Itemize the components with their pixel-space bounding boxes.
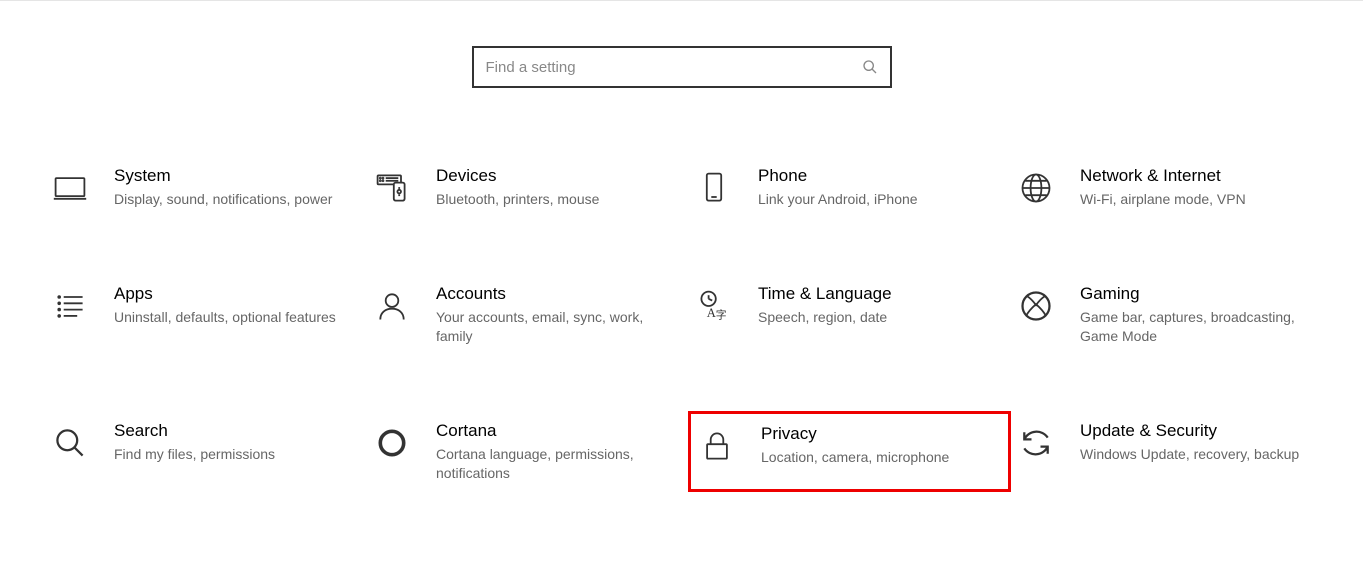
tile-title: Privacy — [761, 424, 980, 444]
tile-title: Network & Internet — [1080, 166, 1305, 186]
tile-title: Time & Language — [758, 284, 983, 304]
system-icon — [50, 168, 90, 208]
search-icon — [862, 59, 878, 75]
devices-icon — [372, 168, 412, 208]
tile-desc: Display, sound, notifications, power — [114, 190, 339, 209]
tile-search[interactable]: Search Find my files, permissions — [50, 411, 367, 493]
tile-phone[interactable]: Phone Link your Android, iPhone — [694, 156, 1011, 219]
tile-title: Search — [114, 421, 339, 441]
tile-title: Devices — [436, 166, 661, 186]
tile-accounts[interactable]: Accounts Your accounts, email, sync, wor… — [372, 274, 689, 356]
tile-update-security[interactable]: Update & Security Windows Update, recove… — [1016, 411, 1333, 493]
tile-title: Apps — [114, 284, 339, 304]
sync-icon — [1016, 423, 1056, 463]
cortana-icon — [372, 423, 412, 463]
lock-icon — [697, 426, 737, 466]
svg-text:A: A — [707, 306, 716, 320]
tile-desc: Link your Android, iPhone — [758, 190, 983, 209]
tile-title: Cortana — [436, 421, 661, 441]
tile-desc: Game bar, captures, broadcasting, Game M… — [1080, 308, 1305, 346]
magnifier-icon — [50, 423, 90, 463]
tile-desc: Windows Update, recovery, backup — [1080, 445, 1305, 464]
tile-desc: Wi-Fi, airplane mode, VPN — [1080, 190, 1305, 209]
tile-desc: Uninstall, defaults, optional features — [114, 308, 339, 327]
search-box[interactable] — [472, 46, 892, 88]
tile-desc: Location, camera, microphone — [761, 448, 980, 467]
tile-desc: Your accounts, email, sync, work, family — [436, 308, 661, 346]
tile-title: Gaming — [1080, 284, 1305, 304]
apps-icon — [50, 286, 90, 326]
globe-icon — [1016, 168, 1056, 208]
tile-cortana[interactable]: Cortana Cortana language, permissions, n… — [372, 411, 689, 493]
tile-desc: Cortana language, permissions, notificat… — [436, 445, 661, 483]
settings-grid: System Display, sound, notifications, po… — [50, 156, 1333, 492]
tile-desc: Find my files, permissions — [114, 445, 339, 464]
person-icon — [372, 286, 412, 326]
tile-title: Update & Security — [1080, 421, 1305, 441]
phone-icon — [694, 168, 734, 208]
time-language-icon: A 字 — [694, 286, 734, 326]
tile-title: Accounts — [436, 284, 661, 304]
search-input[interactable] — [486, 59, 862, 76]
xbox-icon — [1016, 286, 1056, 326]
tile-devices[interactable]: Devices Bluetooth, printers, mouse — [372, 156, 689, 219]
tile-desc: Speech, region, date — [758, 308, 983, 327]
tile-network[interactable]: Network & Internet Wi-Fi, airplane mode,… — [1016, 156, 1333, 219]
tile-time-language[interactable]: A 字 Time & Language Speech, region, date — [694, 274, 1011, 356]
tile-apps[interactable]: Apps Uninstall, defaults, optional featu… — [50, 274, 367, 356]
tile-desc: Bluetooth, printers, mouse — [436, 190, 661, 209]
tile-privacy[interactable]: Privacy Location, camera, microphone — [688, 411, 1011, 493]
tile-system[interactable]: System Display, sound, notifications, po… — [50, 156, 367, 219]
svg-text:字: 字 — [716, 308, 727, 321]
tile-gaming[interactable]: Gaming Game bar, captures, broadcasting,… — [1016, 274, 1333, 356]
tile-title: Phone — [758, 166, 983, 186]
tile-title: System — [114, 166, 339, 186]
